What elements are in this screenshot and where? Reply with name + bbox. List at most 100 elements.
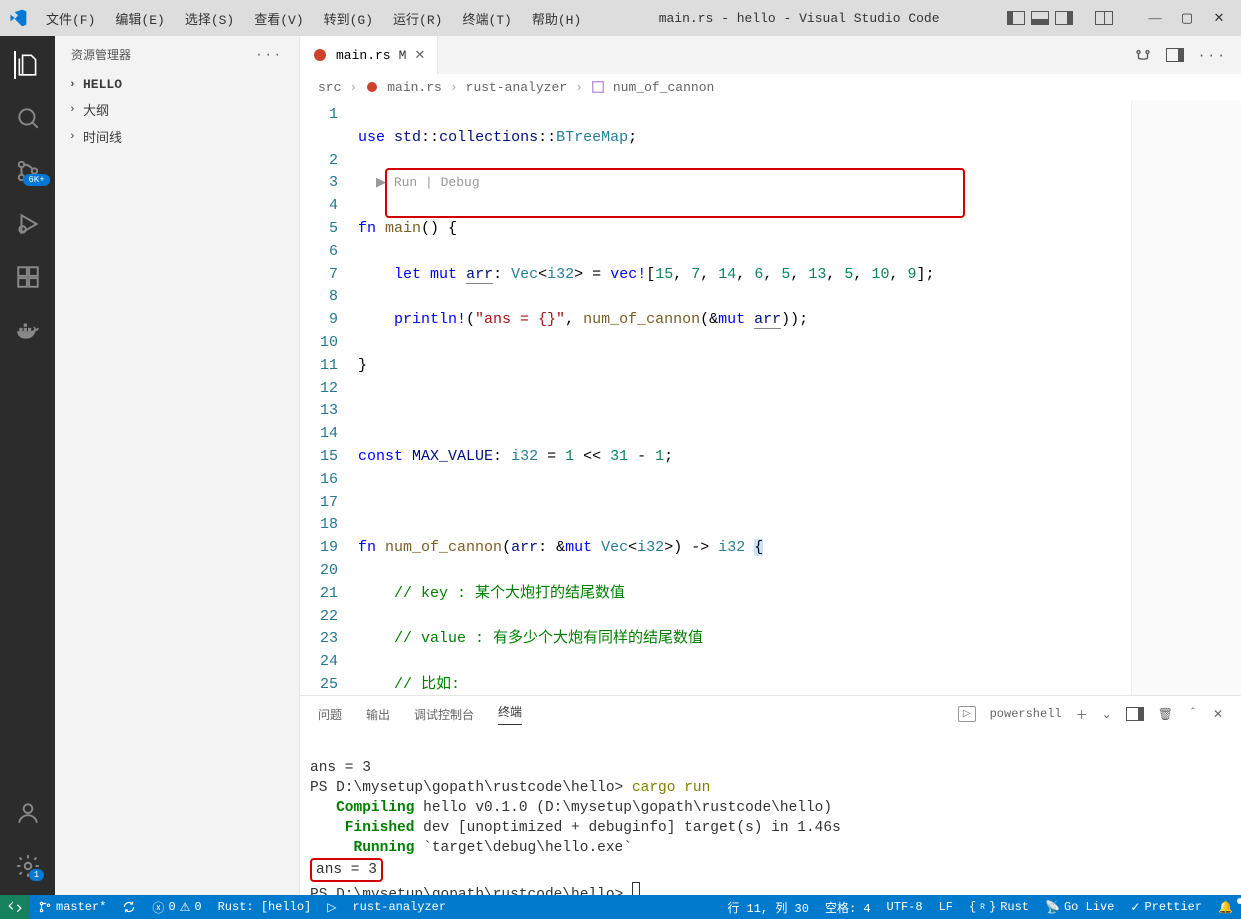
toggle-sidebar-icon[interactable]: [1007, 11, 1025, 25]
run-debug-icon[interactable]: [14, 210, 42, 238]
explorer-icon[interactable]: [14, 51, 42, 79]
toggle-secondary-icon[interactable]: [1055, 11, 1073, 25]
panel-tab-output[interactable]: 输出: [366, 706, 390, 723]
remote-indicator[interactable]: [0, 895, 30, 919]
go-live[interactable]: 📡 Go Live: [1037, 900, 1122, 915]
docker-icon[interactable]: [14, 316, 42, 344]
terminal-line: ans = 3: [310, 760, 371, 776]
menu-go[interactable]: 转到(G): [314, 9, 383, 28]
breadcrumb[interactable]: src› main.rs› rust-analyzer› num_of_cann…: [300, 74, 1241, 100]
panel-tab-problems[interactable]: 问题: [318, 706, 342, 723]
breadcrumb-file[interactable]: main.rs: [387, 80, 442, 95]
settings-badge: 1: [29, 869, 44, 881]
notifications-icon[interactable]: 🔔: [1210, 900, 1241, 915]
terminal-dropdown-icon[interactable]: ⌄: [1102, 707, 1112, 722]
split-editor-icon[interactable]: [1166, 48, 1184, 62]
toggle-panel-icon[interactable]: [1031, 11, 1049, 25]
chevron-right-icon: ›: [69, 79, 83, 91]
menu-file[interactable]: 文件(F): [36, 9, 105, 28]
tree-label: HELLO: [83, 77, 122, 92]
menu-help[interactable]: 帮助(H): [522, 9, 591, 28]
menu-select[interactable]: 选择(S): [175, 9, 244, 28]
code-lens[interactable]: ▶ Run | Debug: [376, 175, 480, 190]
terminal[interactable]: ans = 3 PS D:\mysetup\gopath\rustcode\he…: [300, 732, 1241, 895]
vscode-logo: [0, 8, 36, 28]
search-icon[interactable]: [14, 104, 42, 132]
sync-button[interactable]: [114, 900, 144, 914]
panel-tabs: 问题 输出 调试控制台 终端 ▷ powershell ＋ ⌄ 🗑 ＾ ✕: [300, 696, 1241, 732]
panel-tab-debug[interactable]: 调试控制台: [414, 706, 474, 723]
chevron-right-icon: ›: [69, 131, 83, 143]
rust-file-icon: [365, 80, 379, 94]
menu-bar: 文件(F) 编辑(E) 选择(S) 查看(V) 转到(G) 运行(R) 终端(T…: [36, 9, 591, 28]
layout-controls: [1007, 11, 1113, 25]
run-indicator[interactable]: ▷: [319, 900, 344, 915]
split-terminal-icon[interactable]: [1126, 707, 1144, 721]
tree-item-timeline[interactable]: ›时间线: [55, 123, 299, 150]
extensions-icon[interactable]: [14, 263, 42, 291]
sidebar-title: 资源管理器: [71, 46, 131, 63]
eol[interactable]: LF: [931, 900, 961, 914]
tab-bar: main.rs M ✕ ···: [300, 36, 1241, 74]
tab-label: main.rs: [336, 48, 391, 63]
maximize-panel-icon[interactable]: ＾: [1187, 706, 1199, 723]
sidebar: 资源管理器 ··· ›HELLO ›大纲 ›时间线: [55, 36, 300, 895]
settings-icon[interactable]: 1: [14, 852, 42, 880]
tree-label: 大纲: [83, 100, 109, 119]
menu-terminal[interactable]: 终端(T): [452, 9, 521, 28]
editor[interactable]: 12345678910 💡11 121314151617181920212223…: [300, 100, 1241, 695]
main-area: 6K+ 1 资源管理器 ··· ›HELLO ›大纲 ›时间线: [0, 36, 1241, 895]
terminal-profile-icon[interactable]: ▷: [958, 706, 976, 722]
sidebar-more-icon[interactable]: ···: [255, 48, 283, 62]
status-bar: master* ⓧ 0 ⚠ 0 Rust: [hello] ▷ rust-ana…: [0, 895, 1241, 919]
rust-analyzer-status[interactable]: rust-analyzer: [344, 900, 454, 914]
indentation[interactable]: 空格: 4: [817, 899, 879, 916]
cursor-position[interactable]: 行 11, 列 30: [719, 899, 817, 916]
tab-main-rs[interactable]: main.rs M ✕: [300, 36, 438, 74]
terminal-line: PS D:\mysetup\gopath\rustcode\hello>: [310, 887, 632, 895]
git-branch[interactable]: master*: [30, 900, 114, 914]
maximize-button[interactable]: ▢: [1173, 10, 1201, 26]
menu-view[interactable]: 查看(V): [244, 9, 313, 28]
minimize-button[interactable]: ―: [1141, 10, 1169, 26]
scm-badge: 6K+: [23, 174, 49, 186]
terminal-shell[interactable]: powershell: [990, 707, 1062, 721]
tree-item-hello[interactable]: ›HELLO: [55, 73, 299, 96]
encoding[interactable]: UTF-8: [879, 900, 931, 914]
rust-project[interactable]: Rust: [hello]: [210, 900, 320, 914]
terminal-line: PS D:\mysetup\gopath\rustcode\hello>: [310, 780, 632, 796]
code-content[interactable]: use std::collections::BTreeMap; ▶ Run | …: [358, 100, 1131, 695]
titlebar: 文件(F) 编辑(E) 选择(S) 查看(V) 转到(G) 运行(R) 终端(T…: [0, 0, 1241, 36]
terminal-cmd: cargo run: [632, 780, 710, 796]
tree-item-outline[interactable]: ›大纲: [55, 96, 299, 123]
customize-layout-icon[interactable]: [1095, 11, 1113, 25]
close-panel-icon[interactable]: ✕: [1213, 707, 1223, 722]
editor-area: main.rs M ✕ ··· src› main.rs› rust-analy…: [300, 36, 1241, 895]
tree-label: 时间线: [83, 127, 122, 146]
window-title: main.rs - hello - Visual Studio Code: [591, 11, 1007, 26]
account-icon[interactable]: [14, 799, 42, 827]
new-terminal-icon[interactable]: ＋: [1076, 706, 1088, 723]
activity-bar: 6K+ 1: [0, 36, 55, 895]
errors-warnings[interactable]: ⓧ 0 ⚠ 0: [144, 899, 209, 916]
breadcrumb-ra[interactable]: rust-analyzer: [466, 80, 567, 95]
breadcrumb-fn[interactable]: num_of_cannon: [613, 80, 714, 95]
editor-more-icon[interactable]: ···: [1198, 48, 1227, 63]
minimap[interactable]: [1131, 100, 1241, 695]
menu-edit[interactable]: 编辑(E): [105, 9, 174, 28]
terminal-cursor: [632, 882, 640, 895]
breadcrumb-src[interactable]: src: [318, 80, 341, 95]
prettier-status[interactable]: ✓ Prettier: [1122, 900, 1210, 915]
window-controls: ― ▢ ✕: [1133, 10, 1241, 26]
kill-terminal-icon[interactable]: 🗑: [1158, 707, 1173, 722]
menu-run[interactable]: 运行(R): [383, 9, 452, 28]
sidebar-header: 资源管理器 ···: [55, 36, 299, 73]
compare-icon[interactable]: [1134, 46, 1152, 64]
tab-modified: M: [399, 48, 407, 63]
close-tab-icon[interactable]: ✕: [414, 48, 425, 63]
close-button[interactable]: ✕: [1205, 10, 1233, 26]
gutter: 12345678910 💡11 121314151617181920212223…: [300, 100, 358, 695]
source-control-icon[interactable]: 6K+: [14, 157, 42, 185]
panel-tab-terminal[interactable]: 终端: [498, 703, 522, 725]
language-mode[interactable]: {R} Rust: [961, 900, 1037, 914]
